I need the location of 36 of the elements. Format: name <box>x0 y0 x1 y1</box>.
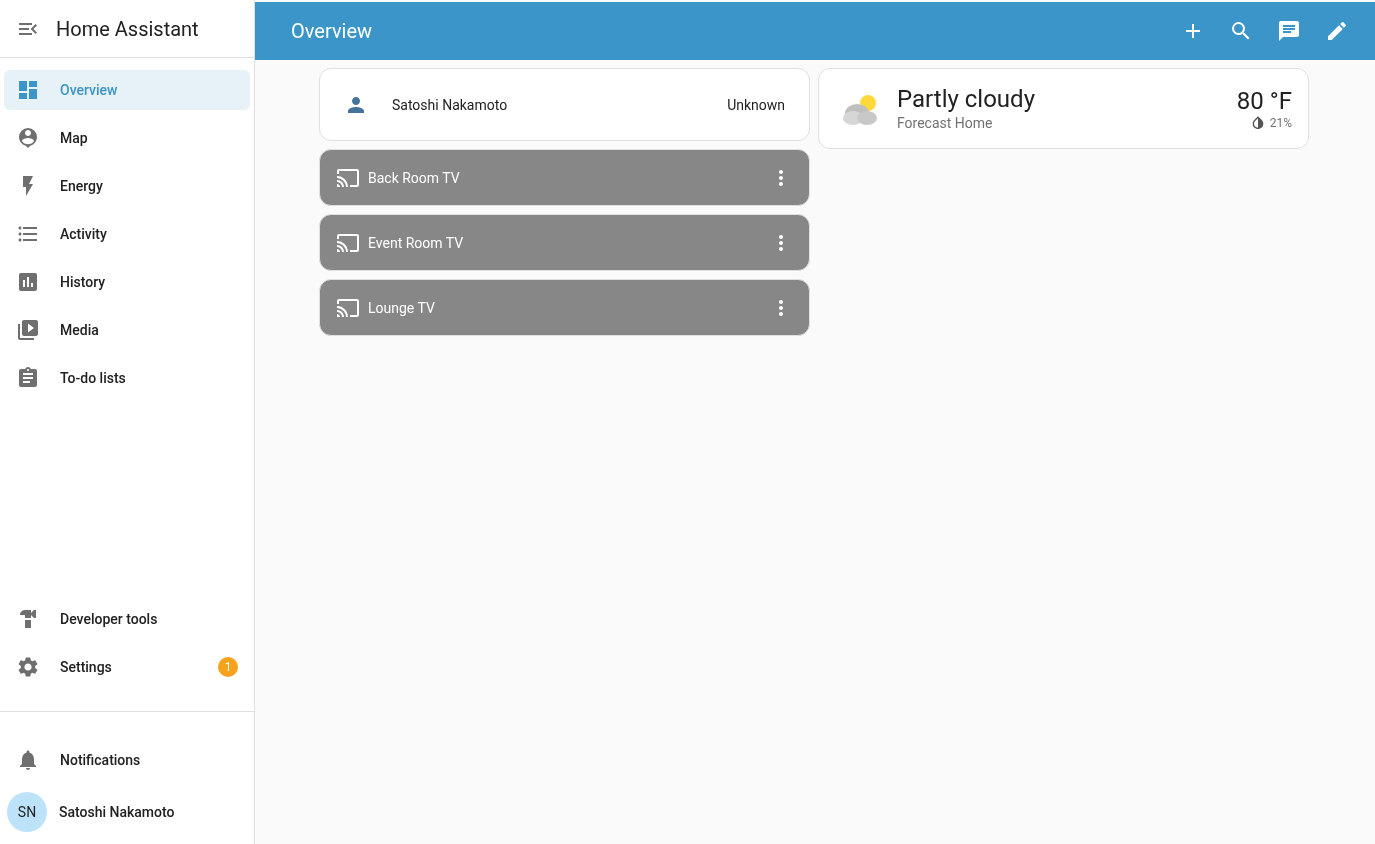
weather-condition: Partly cloudy <box>897 84 1036 113</box>
temperature: 80 °F <box>1236 86 1292 115</box>
person-name: Satoshi Nakamoto <box>392 95 509 115</box>
media-player-name: Event Room TV <box>368 233 465 253</box>
media-player-card[interactable]: Back Room TV <box>319 149 810 206</box>
weather-location: Forecast Home <box>897 113 994 133</box>
sidebar-item[interactable]: Developer tools <box>4 599 250 639</box>
chat-icon[interactable] <box>1277 19 1301 43</box>
sidebar-item[interactable]: Map <box>4 118 250 158</box>
map-pin-icon <box>16 126 40 150</box>
clipboard-icon <box>16 366 40 390</box>
pencil-icon[interactable] <box>1325 19 1349 43</box>
video-library-icon <box>16 318 40 342</box>
app-title: Home Assistant <box>56 15 199 43</box>
weather-card[interactable]: Partly cloudy Forecast Home 80 °F 21% <box>818 68 1309 149</box>
media-player-name: Back Room TV <box>368 168 461 188</box>
sidebar-item[interactable]: Settings 1 <box>4 647 250 687</box>
media-player-card[interactable]: Event Room TV <box>319 214 810 271</box>
dashboard-icon <box>16 78 40 102</box>
page-title: Overview <box>291 18 374 45</box>
precipitation: 21% <box>1269 114 1292 131</box>
settings-icon <box>16 655 40 679</box>
person-card[interactable]: Satoshi Nakamoto Unknown <box>319 68 810 141</box>
count-badge: 1 <box>218 657 238 677</box>
person-state: Unknown <box>727 95 785 115</box>
sidebar-item[interactable]: Energy <box>4 166 250 206</box>
sidebar-item[interactable]: Media <box>4 310 250 350</box>
user-avatar[interactable]: SN <box>7 792 47 832</box>
sidebar-item[interactable]: To-do lists <box>4 358 250 398</box>
media-player-name: Lounge TV <box>368 298 436 318</box>
media-player-card[interactable]: Lounge TV <box>319 279 810 336</box>
bar-chart-icon <box>16 270 40 294</box>
sidebar-item[interactable]: Activity <box>4 214 250 254</box>
user-name[interactable]: Satoshi Nakamoto <box>59 802 175 822</box>
sidebar-item[interactable]: History <box>4 262 250 302</box>
notifications-item[interactable]: Notifications <box>4 740 250 780</box>
